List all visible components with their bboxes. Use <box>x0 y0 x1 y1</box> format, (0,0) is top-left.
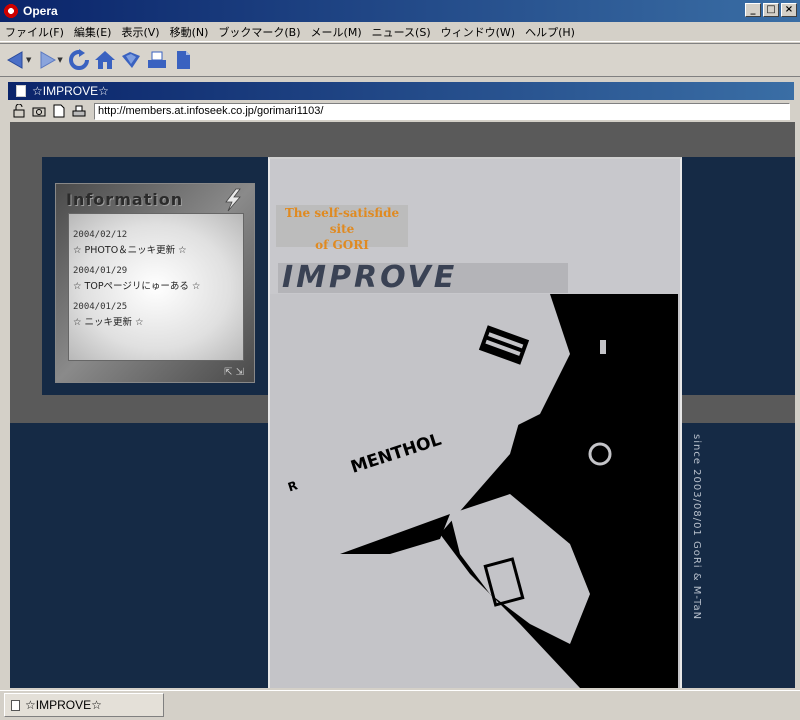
page-icon <box>176 51 190 69</box>
since-note: since 2003/08/01 GoRi & M-TaN <box>691 434 702 621</box>
reload-button[interactable] <box>67 48 91 72</box>
address-bar <box>8 101 794 121</box>
window-tab-label: ☆IMPROVE☆ <box>25 698 102 712</box>
forward-icon <box>40 51 57 69</box>
home-button[interactable] <box>93 48 117 72</box>
print-page-button[interactable] <box>70 103 88 119</box>
window-tab[interactable]: ☆IMPROVE☆ <box>4 693 164 717</box>
back-button[interactable] <box>4 48 28 72</box>
menu-edit[interactable]: 編集(E) <box>69 24 117 40</box>
information-widget: Information 2004/02/12 ☆ PHOTO＆ニッキ更新 ☆ 2… <box>55 183 255 383</box>
news-text: ☆ ニッキ更新 ☆ <box>73 317 144 328</box>
menu-news[interactable]: ニュース(S) <box>367 24 436 40</box>
hotlist-button[interactable] <box>119 48 143 72</box>
news-text: ☆ TOPページリにゅーある ☆ <box>73 281 201 292</box>
home-icon <box>94 51 115 69</box>
reload-icon <box>68 49 89 70</box>
news-text: ☆ PHOTO＆ニッキ更新 ☆ <box>73 245 187 256</box>
menu-bar: ファイル(F) 編集(E) 表示(V) 移動(N) ブックマーク(B) メール(… <box>0 22 800 42</box>
site-logo-text: IMPROVE <box>282 260 458 295</box>
lightning-icon <box>225 188 241 212</box>
main-content-panel: The self-satisfide site of GORI IMPROVE … <box>268 157 682 688</box>
document-tab-header: ☆IMPROVE☆ <box>8 82 794 100</box>
news-date: 2004/01/25 <box>73 302 128 312</box>
hotlist-icon <box>121 52 140 68</box>
tagline-line-1: The self-satisfide site <box>284 206 400 236</box>
printer-icon <box>72 105 86 116</box>
site-logo: IMPROVE <box>278 263 568 293</box>
camera-button[interactable] <box>30 103 48 119</box>
information-content: 2004/02/12 ☆ PHOTO＆ニッキ更新 ☆ 2004/01/29 ☆ … <box>68 213 244 361</box>
page-viewport: Information 2004/02/12 ☆ PHOTO＆ニッキ更新 ☆ 2… <box>10 122 795 688</box>
url-input[interactable] <box>94 102 790 120</box>
print-icon <box>147 51 166 68</box>
window-title: Opera <box>23 4 58 18</box>
document-title: ☆IMPROVE☆ <box>32 84 109 98</box>
tab-page-icon <box>11 699 20 711</box>
back-dropdown-icon[interactable]: ▼ <box>26 56 31 64</box>
main-toolbar: ▼ ▼ <box>0 43 800 77</box>
site-tagline: The self-satisfide site of GORI <box>276 205 408 252</box>
title-bar: Opera _ □ × <box>0 0 800 22</box>
menu-view[interactable]: 表示(V) <box>116 24 164 40</box>
page-button[interactable] <box>171 48 195 72</box>
news-item: 2004/01/25 ☆ ニッキ更新 ☆ <box>73 302 239 328</box>
menu-help[interactable]: ヘルプ(H) <box>520 24 580 40</box>
forward-button[interactable] <box>35 48 59 72</box>
menu-window[interactable]: ウィンドウ(W) <box>436 24 520 40</box>
forward-dropdown-icon[interactable]: ▼ <box>57 56 62 64</box>
document-icon <box>16 85 26 97</box>
menu-mail[interactable]: メール(M) <box>306 24 367 40</box>
lighter-photo: MENTHOL R <box>270 294 680 688</box>
news-date: 2004/02/12 <box>73 230 128 240</box>
back-icon <box>6 51 23 69</box>
news-item: 2004/01/29 ☆ TOPページリにゅーある ☆ <box>73 266 239 292</box>
page-info-button[interactable] <box>50 103 68 119</box>
page-info-icon <box>53 104 65 118</box>
camera-icon <box>32 107 46 117</box>
page-left-band <box>10 157 42 395</box>
news-date: 2004/01/29 <box>73 266 128 276</box>
opera-logo-icon <box>3 3 19 19</box>
maximize-button[interactable]: □ <box>763 3 779 17</box>
close-button[interactable]: × <box>781 3 797 17</box>
menu-navigate[interactable]: 移動(N) <box>165 24 214 40</box>
page-top-band <box>10 122 795 157</box>
security-button[interactable] <box>10 103 28 119</box>
menu-bookmarks[interactable]: ブックマーク(B) <box>213 24 305 40</box>
minimize-button[interactable]: _ <box>745 3 761 17</box>
information-title: Information <box>66 190 184 209</box>
print-button[interactable] <box>145 48 169 72</box>
expand-arrows-icon: ⇱ ⇲ <box>224 367 244 378</box>
status-bar: ☆IMPROVE☆ <box>0 690 800 720</box>
news-item: 2004/02/12 ☆ PHOTO＆ニッキ更新 ☆ <box>73 230 239 256</box>
tagline-line-2: of GORI <box>315 238 369 252</box>
menu-file[interactable]: ファイル(F) <box>0 24 69 40</box>
window-controls: _ □ × <box>745 3 797 17</box>
lock-icon <box>13 104 25 118</box>
